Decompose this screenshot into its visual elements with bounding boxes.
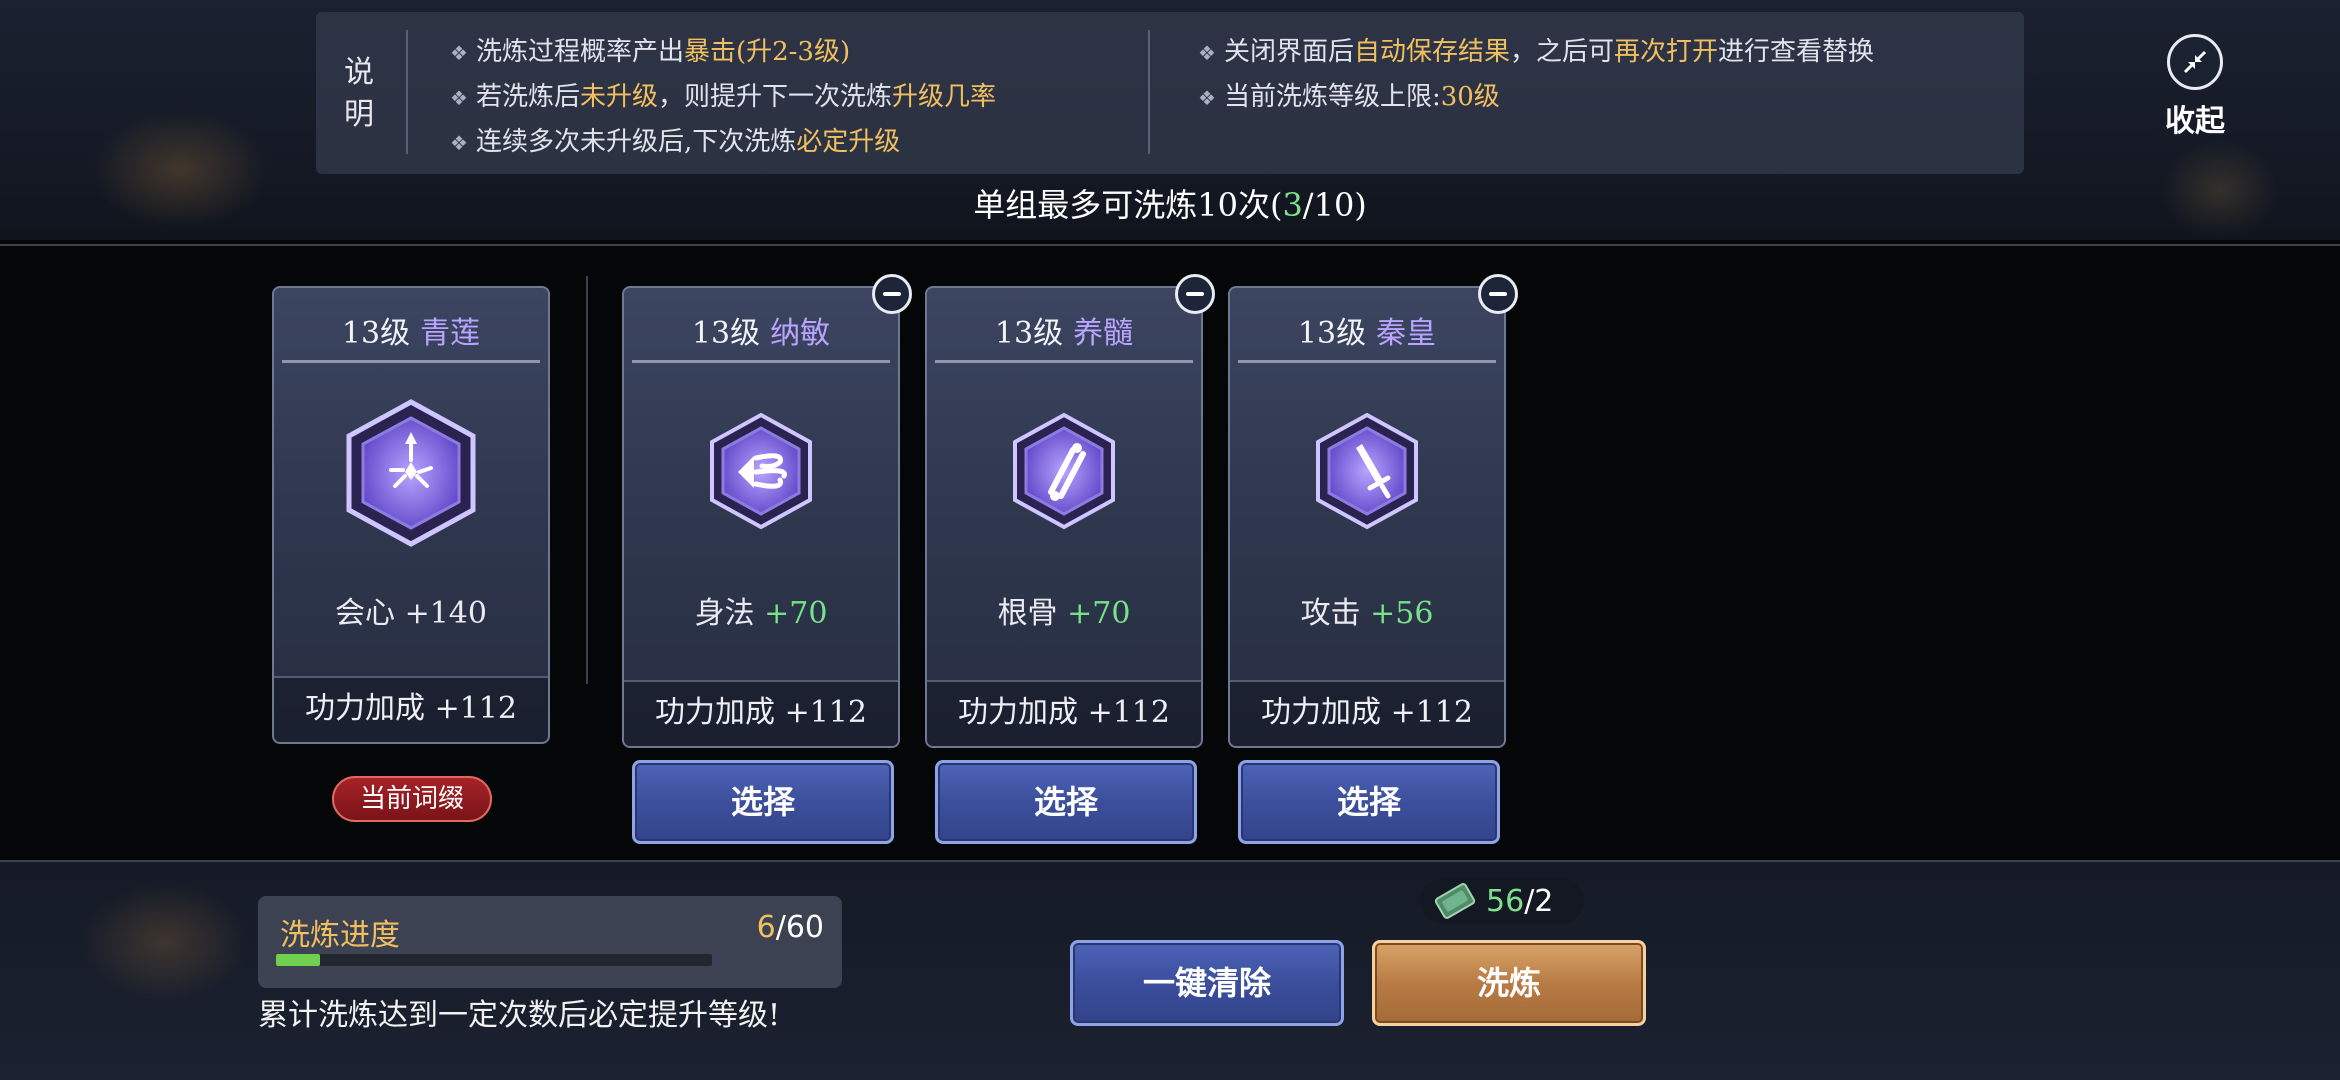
card-divider <box>586 276 588 684</box>
affix-card: 13级 秦皇 攻击 +56 功力加成 +112 <box>1228 274 1518 748</box>
current-affix-card: 13级 青莲 会心 +140 功力加成 +112 <box>272 286 550 744</box>
collapse-label: 收起 <box>2165 104 2225 139</box>
bullet-icon: ❖ <box>1198 86 1216 110</box>
card-bonus: 功力加成 +112 <box>927 680 1201 746</box>
bullet-icon: ❖ <box>450 86 468 110</box>
minus-icon <box>883 292 901 296</box>
collapse-button[interactable]: 收起 <box>2150 34 2240 144</box>
card-stat: 攻击 +56 <box>1300 596 1434 631</box>
info-line: ❖ 洗炼过程概率产出暴击(升2-3级) <box>450 37 851 67</box>
card-title: 13级 秦皇 <box>1297 316 1437 351</box>
progress-note: 累计洗炼达到一定次数后必定提升等级! <box>258 998 781 1033</box>
bottom-divider <box>0 860 2340 862</box>
card-title: 13级 养髓 <box>994 316 1134 351</box>
affix-card: 13级 养髓 根骨 +70 功力加成 +112 <box>925 274 1215 748</box>
card-title: 13级 青莲 <box>341 316 481 351</box>
card-separator <box>632 360 890 363</box>
bullet-icon: ❖ <box>1198 41 1216 65</box>
minus-icon <box>1186 292 1204 296</box>
current-affix-badge: 当前词缀 <box>332 776 492 822</box>
minus-icon <box>1489 292 1507 296</box>
info-label: 说明 <box>344 55 374 132</box>
burst-star-icon <box>343 398 479 552</box>
refine-limit-text: 单组最多可洗炼10次(3/10) <box>973 186 1367 224</box>
card-title: 13级 纳敏 <box>691 316 831 351</box>
progress-label: 洗炼进度 <box>280 918 400 953</box>
progress-bar <box>276 954 712 966</box>
speed-wind-icon <box>708 412 814 534</box>
top-divider <box>0 244 2340 246</box>
info-panel: 说明 ❖ 洗炼过程概率产出暴击(升2-3级) ❖ 若洗炼后未升级，则提升下一次洗炼升… <box>316 12 2024 174</box>
info-line: ❖ 当前洗炼等级上限:30级 <box>1198 82 1500 112</box>
progress-count: 6/60 <box>756 910 824 945</box>
card-bonus: 功力加成 +112 <box>1230 680 1504 746</box>
collapse-arrows-icon <box>2167 34 2223 90</box>
clear-all-button[interactable]: 一键清除 <box>1070 940 1344 1026</box>
select-button[interactable]: 选择 <box>935 760 1197 844</box>
card-separator <box>282 360 540 363</box>
affix-card: 13级 纳敏 身法 +70 功力加成 +112 <box>622 274 912 748</box>
info-right-column: ❖ 关闭界面后自动保存结果，之后可再次打开进行查看替换 ❖ 当前洗炼等级上限:30级 <box>1198 30 1874 120</box>
refine-progress-panel: 洗炼进度 6/60 <box>258 896 842 988</box>
info-line: ❖ 连续多次未升级后,下次洗炼必定升级 <box>450 127 901 157</box>
info-line: ❖ 关闭界面后自动保存结果，之后可再次打开进行查看替换 <box>1198 37 1875 67</box>
bone-icon <box>1011 412 1117 534</box>
card-separator <box>935 360 1193 363</box>
currency-display: 56/2 <box>1420 878 1584 924</box>
bullet-icon: ❖ <box>450 131 468 155</box>
select-button[interactable]: 选择 <box>632 760 894 844</box>
sword-icon <box>1314 412 1420 534</box>
card-stat: 会心 +140 <box>335 596 487 631</box>
select-button[interactable]: 选择 <box>1238 760 1500 844</box>
info-left-column: ❖ 洗炼过程概率产出暴击(升2-3级) ❖ 若洗炼后未升级，则提升下一次洗炼升级几率… <box>450 30 996 165</box>
card-separator <box>1238 360 1496 363</box>
bullet-icon: ❖ <box>450 41 468 65</box>
card-bonus: 功力加成 +112 <box>624 680 898 746</box>
progress-bar-fill <box>276 954 320 966</box>
jade-token-icon <box>1430 882 1480 924</box>
info-separator <box>1148 30 1150 154</box>
currency-amount: 56/2 <box>1486 884 1554 919</box>
refine-button[interactable]: 洗炼 <box>1372 940 1646 1026</box>
info-line: ❖ 若洗炼后未升级，则提升下一次洗炼升级几率 <box>450 82 996 112</box>
card-stat: 身法 +70 <box>694 596 828 631</box>
info-separator <box>406 30 408 154</box>
card-stat: 根骨 +70 <box>997 596 1131 631</box>
card-bonus: 功力加成 +112 <box>274 676 548 742</box>
